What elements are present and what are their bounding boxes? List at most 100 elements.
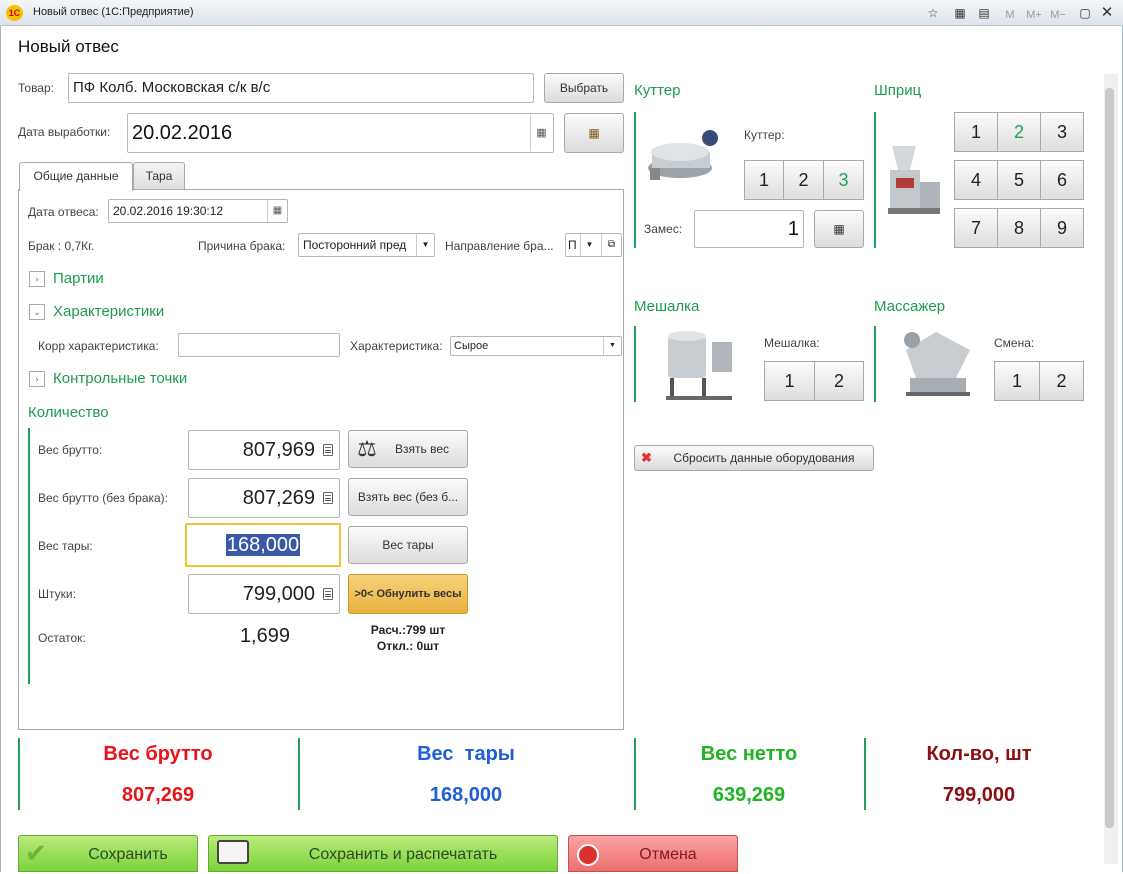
- save-label: Сохранить: [88, 846, 168, 863]
- cutter-machine-image: [642, 128, 726, 184]
- calendar-icon[interactable]: ▤: [974, 3, 994, 23]
- tare-label: Вес тары:: [38, 539, 93, 553]
- syringe-title: Шприц: [874, 82, 922, 99]
- chevron-down-icon[interactable]: ▼: [603, 337, 621, 355]
- memory-m-button[interactable]: M: [1000, 5, 1020, 25]
- cutter-button-2[interactable]: 2: [783, 160, 824, 200]
- syringe-group-bar: [874, 112, 876, 248]
- product-field[interactable]: ПФ Колб. Московская с/к в/с: [68, 73, 534, 103]
- defect-direction-label: Направление бра...: [445, 239, 554, 253]
- cancel-button[interactable]: Отмена: [568, 835, 738, 872]
- summary-net-title: Вес нетто: [700, 743, 798, 765]
- calc-text: Расч.:799 шт: [370, 623, 446, 637]
- scales-icon: ⚖: [357, 436, 377, 461]
- mixer-button-1[interactable]: 1: [764, 361, 815, 401]
- cutter-button-1[interactable]: 1: [744, 160, 784, 200]
- syringe-button-2[interactable]: 2: [997, 112, 1041, 152]
- section-characteristics[interactable]: Характеристики: [53, 303, 164, 320]
- syringe-button-8[interactable]: 8: [997, 208, 1041, 248]
- weigh-date-label: Дата отвеса:: [28, 205, 99, 219]
- pieces-field[interactable]: 799,000: [188, 574, 340, 614]
- collapse-characteristics-icon[interactable]: ⌄: [29, 304, 45, 320]
- corr-char-field[interactable]: [178, 333, 340, 357]
- cutter-buttons: 1 2 3: [744, 160, 864, 200]
- summary-tare-value: 168,000: [429, 784, 503, 806]
- syringe-button-1[interactable]: 1: [954, 112, 998, 152]
- shift-buttons: 1 2: [994, 361, 1084, 401]
- weigh-date-value: 20.02.2016 19:30:12: [113, 204, 224, 218]
- cutter-button-3[interactable]: 3: [823, 160, 864, 200]
- calendar-button[interactable]: ▦: [564, 113, 624, 153]
- mixer-title: Мешалка: [634, 298, 700, 315]
- chevron-down-icon[interactable]: ▼: [580, 234, 598, 256]
- section-batches[interactable]: Партии: [53, 270, 104, 287]
- close-icon[interactable]: ✕: [1097, 3, 1117, 23]
- open-icon[interactable]: ⧉: [601, 234, 621, 256]
- chevron-down-icon[interactable]: ▼: [416, 234, 434, 256]
- shift-label: Смена:: [994, 336, 1035, 350]
- massager-title: Массажер: [874, 298, 946, 315]
- gross-field[interactable]: 807,969: [188, 430, 340, 470]
- maximize-icon[interactable]: ▢: [1075, 3, 1095, 23]
- calculator-icon[interactable]: [323, 588, 333, 600]
- take-weight-button[interactable]: ⚖ Взять вес: [348, 430, 468, 468]
- favorite-icon[interactable]: ☆: [923, 3, 943, 23]
- batch-field[interactable]: 1: [694, 210, 804, 248]
- defect-label: Брак : 0,7Кг.: [28, 239, 95, 253]
- date-picker-icon[interactable]: ▦: [530, 115, 552, 151]
- calculator-icon[interactable]: [323, 492, 333, 504]
- memory-plus-button[interactable]: M+: [1022, 5, 1046, 25]
- expand-batches-icon[interactable]: ›: [29, 271, 45, 287]
- mixer-label: Мешалка:: [764, 336, 820, 350]
- syringe-button-3[interactable]: 3: [1040, 112, 1084, 152]
- date-made-value: 20.02.2016: [132, 122, 233, 144]
- save-print-button[interactable]: Сохранить и распечатать: [208, 835, 558, 872]
- section-control-points[interactable]: Контрольные точки: [53, 370, 187, 387]
- memory-minus-button[interactable]: M−: [1046, 5, 1070, 25]
- save-button[interactable]: ✔ Сохранить: [18, 835, 198, 872]
- expand-control-icon[interactable]: ›: [29, 371, 45, 387]
- syringe-button-7[interactable]: 7: [954, 208, 998, 248]
- batch-calculator-button[interactable]: ▦: [814, 210, 864, 248]
- syringe-button-5[interactable]: 5: [997, 160, 1041, 200]
- tab-general[interactable]: Общие данные: [19, 162, 133, 191]
- reset-equipment-button[interactable]: ✖ Сбросить данные оборудования: [634, 445, 874, 471]
- shift-button-1[interactable]: 1: [994, 361, 1040, 401]
- tare-weight-button[interactable]: Вес тары: [348, 526, 468, 564]
- weigh-date-picker-icon[interactable]: ▦: [267, 200, 287, 222]
- syringe-button-9[interactable]: 9: [1040, 208, 1084, 248]
- gross-nodef-label: Вес брутто (без брака):: [38, 491, 169, 505]
- cancel-label: Отмена: [639, 846, 697, 863]
- window-title: Новый отвес (1С:Предприятие): [33, 6, 194, 18]
- calculator-icon[interactable]: ▦: [950, 3, 970, 23]
- zero-scales-button[interactable]: >0< Обнулить весы: [348, 574, 468, 614]
- select-product-button[interactable]: Выбрать: [544, 73, 624, 103]
- gross-nodef-field[interactable]: 807,269: [188, 478, 340, 518]
- calculator-icon[interactable]: [323, 444, 333, 456]
- syringe-button-4[interactable]: 4: [954, 160, 998, 200]
- summary-pieces-value: 799,000: [942, 784, 1016, 806]
- tab-tare[interactable]: Тара: [133, 162, 185, 190]
- tare-field[interactable]: 168,000: [185, 523, 341, 567]
- summary-gross-value: 807,269: [121, 784, 195, 806]
- mixer-button-2[interactable]: 2: [814, 361, 864, 401]
- cutter-title: Куттер: [634, 82, 681, 99]
- defect-reason-select[interactable]: Посторонний пред ▼: [298, 233, 435, 257]
- batch-label: Замес:: [644, 222, 683, 236]
- take-weight-label: Взять вес: [395, 442, 449, 456]
- date-made-field[interactable]: 20.02.2016 ▦: [127, 113, 554, 153]
- take-weight-nodef-button[interactable]: Взять вес (без б...: [348, 478, 468, 516]
- char-value: Сырое: [454, 340, 489, 352]
- scrollbar-thumb[interactable]: [1105, 88, 1114, 828]
- cutter-group-bar: [634, 112, 636, 248]
- rest-label: Остаток:: [38, 631, 86, 645]
- massager-group-bar: [874, 326, 876, 402]
- shift-button-2[interactable]: 2: [1039, 361, 1084, 401]
- syringe-button-6[interactable]: 6: [1040, 160, 1084, 200]
- reset-x-icon: ✖: [641, 450, 652, 465]
- defect-direction-select[interactable]: П ▼ ⧉: [565, 233, 622, 257]
- quantity-title: Количество: [28, 404, 109, 421]
- weigh-date-field[interactable]: 20.02.2016 19:30:12 ▦: [108, 199, 288, 223]
- gross-value: 807,969: [242, 439, 315, 461]
- char-select[interactable]: Сырое ▼: [450, 336, 622, 356]
